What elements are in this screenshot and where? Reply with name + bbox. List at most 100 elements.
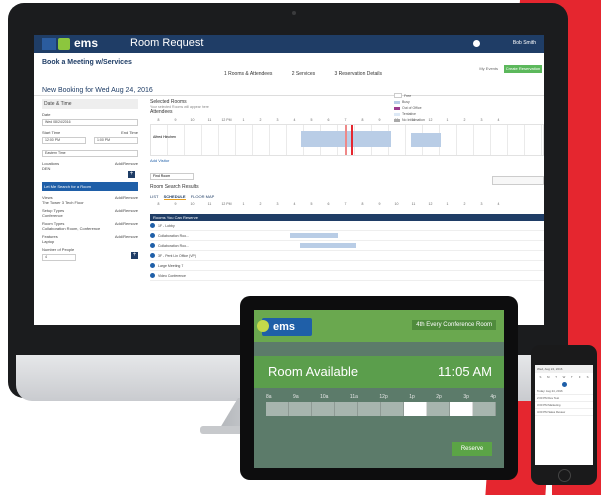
legend-label: Free bbox=[404, 93, 412, 98]
availability-legend: Free Busy Out of Office Tentative No Inf… bbox=[394, 93, 434, 124]
hour-label: 10 bbox=[394, 202, 399, 206]
room-status: Room Available bbox=[268, 364, 359, 379]
room-types-add-remove[interactable]: Add/Remove bbox=[115, 221, 138, 226]
hour-label: 8 bbox=[361, 202, 364, 206]
menu-icon[interactable] bbox=[42, 38, 56, 50]
legend-out: Out of Office bbox=[394, 106, 434, 110]
ems-logo-icon bbox=[58, 38, 70, 50]
legend-tentative: Tentative bbox=[394, 112, 434, 116]
add-visitor-link[interactable]: Add Visitor bbox=[150, 158, 544, 163]
hour-label: 5 bbox=[310, 202, 313, 206]
legend-swatch bbox=[394, 106, 400, 110]
agenda-item[interactable]: 2:00 PM Dev Test bbox=[535, 395, 593, 402]
home-button[interactable] bbox=[558, 469, 571, 482]
selected-day-dot[interactable] bbox=[561, 382, 567, 387]
date-field[interactable]: Wed 08/24/2016 bbox=[42, 119, 138, 126]
weekday-label: S bbox=[539, 375, 542, 379]
room-row[interactable]: Collaboration Roo... bbox=[150, 231, 544, 241]
app-header: ems Room Request Bob Smith bbox=[34, 35, 544, 53]
find-room-field[interactable]: Find Room bbox=[150, 173, 194, 180]
agenda-item[interactable]: 3:00 PM Marketing bbox=[535, 402, 593, 409]
tablet-brand: ems bbox=[273, 321, 296, 333]
hour-label: 3 bbox=[480, 202, 483, 206]
booking-form: Date & Time Date Wed 08/24/2016 Start Ti… bbox=[42, 99, 138, 265]
room-icon bbox=[150, 233, 155, 238]
time-fields: 12:00 PM 1:00 PM bbox=[42, 135, 138, 148]
attendee-name: Alfred Hinchen bbox=[153, 135, 176, 139]
room-icon bbox=[150, 273, 155, 278]
create-reservation-button[interactable]: Create Reservation bbox=[504, 65, 542, 73]
legend-swatch bbox=[394, 100, 400, 104]
my-events-link[interactable]: My Events bbox=[479, 66, 498, 71]
timezone-field[interactable]: Eastern Time bbox=[42, 150, 138, 157]
room-row[interactable]: Large Meeting 7 bbox=[150, 261, 544, 271]
tab-floor-map[interactable]: FLOOR MAP bbox=[191, 194, 215, 199]
hour-label: 7 bbox=[344, 202, 347, 206]
breadcrumb[interactable]: Book a Meeting w/Services bbox=[42, 59, 132, 66]
views-value: The Tower 3 Tech Floor bbox=[42, 200, 84, 205]
timeline-slot bbox=[289, 402, 312, 416]
add-location-button[interactable]: + bbox=[128, 171, 135, 178]
legend-swatch bbox=[394, 93, 402, 98]
timeline-slot bbox=[335, 402, 358, 416]
timeline-slot bbox=[266, 402, 289, 416]
step-services[interactable]: 2 Services bbox=[292, 71, 315, 77]
timeline-hour: 3p bbox=[463, 394, 469, 400]
timeline-hour: 8a bbox=[266, 394, 272, 400]
timeline-strip[interactable] bbox=[266, 402, 496, 416]
legend-label: No Information bbox=[402, 118, 425, 122]
end-time-field[interactable]: 1:00 PM bbox=[94, 137, 138, 144]
agenda-item[interactable]: Today: Aug 24, 2016 bbox=[535, 388, 593, 395]
legend-busy: Busy bbox=[394, 100, 434, 104]
room-types-value: Collaboration Room, Conference bbox=[42, 226, 101, 231]
room-row[interactable]: Video Conference bbox=[150, 271, 544, 281]
timeline-hour: 2p bbox=[436, 394, 442, 400]
add-remove-link[interactable]: Add/Remove bbox=[115, 161, 138, 166]
hour-label: 2 bbox=[259, 202, 262, 206]
start-time-field[interactable]: 12:00 PM bbox=[42, 137, 86, 144]
room-row[interactable]: 1F - Lobby bbox=[150, 221, 544, 231]
help-icon[interactable] bbox=[473, 40, 480, 47]
timeline-hour: 11a bbox=[349, 394, 358, 400]
room-row[interactable]: Collaboration Roo... bbox=[150, 241, 544, 251]
step-details[interactable]: 3 Reservation Details bbox=[335, 71, 383, 77]
hour-label: 9 bbox=[378, 202, 381, 206]
reserve-button[interactable]: Reserve bbox=[452, 442, 492, 456]
hours-header-2: 8 9 10 11 12 PM 1 2 3 4 5 6 7 8 9 10 11 12 1 2 3 4 bbox=[150, 202, 544, 206]
page-title: New Booking for Wed Aug 24, 2016 bbox=[42, 87, 153, 94]
current-time: 11:05 AM bbox=[438, 364, 492, 379]
search-button[interactable]: + bbox=[131, 252, 138, 259]
hours-header: 89101112 PM1234567891011121234 bbox=[150, 118, 544, 122]
tab-list[interactable]: LIST bbox=[150, 194, 158, 199]
step-rooms[interactable]: 1 Rooms & Attendees bbox=[224, 71, 272, 77]
tab-schedule[interactable]: SCHEDULE bbox=[163, 194, 186, 200]
weekday-label: M bbox=[547, 375, 550, 379]
timeline-hour: 10a bbox=[320, 394, 329, 400]
now-indicator bbox=[351, 125, 353, 155]
tablet-screen: ems 4th Every Conference Room Room Avail… bbox=[254, 310, 504, 468]
setup-add-remove[interactable]: Add/Remove bbox=[115, 208, 138, 213]
wizard-steps: 1 Rooms & Attendees 2 Services 3 Reserva… bbox=[224, 71, 400, 77]
views-add-remove[interactable]: Add/Remove bbox=[115, 195, 138, 200]
user-menu[interactable]: Bob Smith bbox=[513, 40, 536, 46]
features-add-remove[interactable]: Add/Remove bbox=[115, 234, 138, 239]
phone-calendar: SMTWTFS bbox=[535, 373, 593, 381]
search-room-strip[interactable]: Let Me Search for a Room bbox=[42, 182, 138, 191]
hour-label: 7 bbox=[344, 118, 347, 122]
divider bbox=[34, 95, 544, 96]
hour-label: 12 bbox=[428, 202, 433, 206]
hour-label: 8 bbox=[361, 118, 364, 122]
hour-label: 3 bbox=[276, 202, 279, 206]
setup-value: Conference bbox=[42, 213, 63, 218]
timeline-hour: 4p bbox=[490, 394, 496, 400]
attendee-grid[interactable]: Alfred Hinchen bbox=[150, 124, 544, 156]
weekday-label: S bbox=[586, 375, 589, 379]
hour-label: 6 bbox=[327, 202, 330, 206]
room-name: 1F - Lobby bbox=[158, 223, 175, 228]
rooms-list: 1F - Lobby Collaboration Roo... Collaborat… bbox=[150, 221, 544, 281]
room-row[interactable]: 3F - Pent Lin Office (VP) bbox=[150, 251, 544, 261]
app-brand: ems bbox=[74, 36, 99, 50]
room-search-input[interactable] bbox=[492, 176, 544, 185]
num-people-field[interactable]: 4 bbox=[42, 254, 76, 261]
agenda-item[interactable]: 4:00 PM Sales Review bbox=[535, 409, 593, 416]
